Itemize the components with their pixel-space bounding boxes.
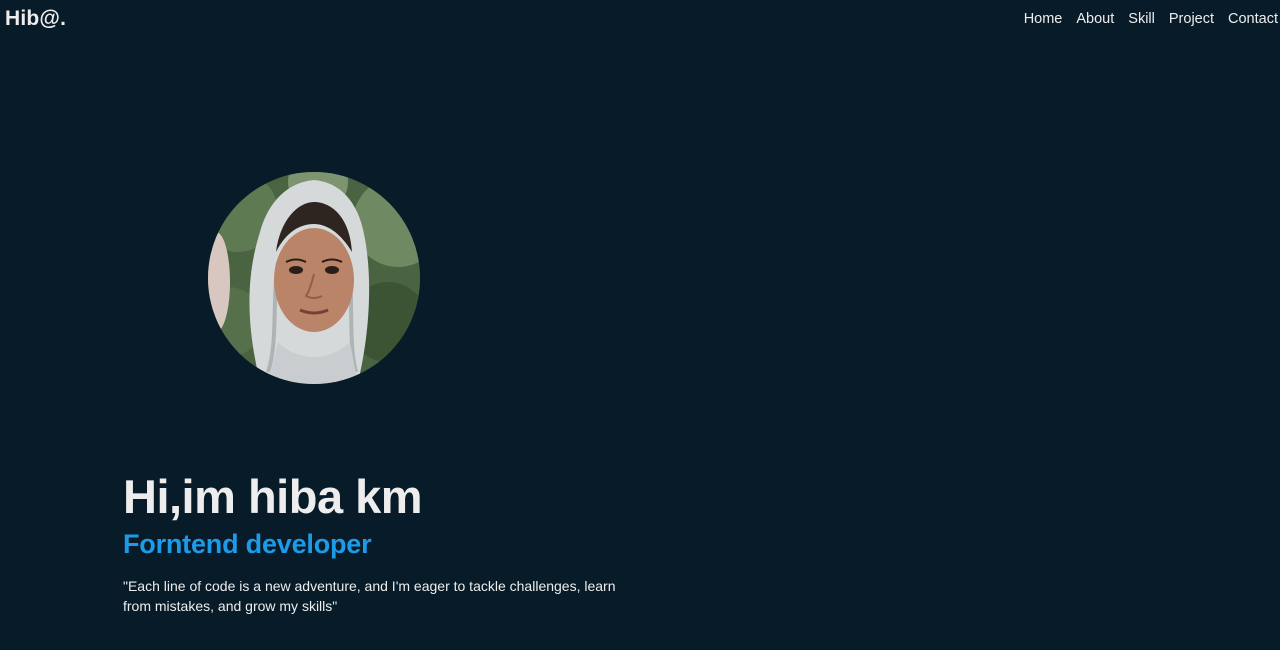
nav-about-link[interactable]: About [1076,10,1114,28]
nav-skill-link[interactable]: Skill [1128,10,1155,28]
nav-home-link[interactable]: Home [1024,10,1063,28]
hero-section: Hi,im hiba km Forntend developer "Each l… [123,468,683,616]
nav-contact-link[interactable]: Contact [1228,10,1278,28]
nav-project-link[interactable]: Project [1169,10,1214,28]
site-logo[interactable]: Hib@. [5,7,66,31]
hero-greeting: Hi,im hiba km [123,470,423,523]
site-header: Hib@. Home About Skill Project Contact [0,0,1280,40]
profile-photo [208,172,420,384]
hero-quote: "Each line of code is a new adventure, a… [123,578,616,614]
hero-role: Forntend developer [123,529,372,559]
main-nav: Home About Skill Project Contact [1024,10,1278,28]
profile-photo-illustration [208,172,420,384]
